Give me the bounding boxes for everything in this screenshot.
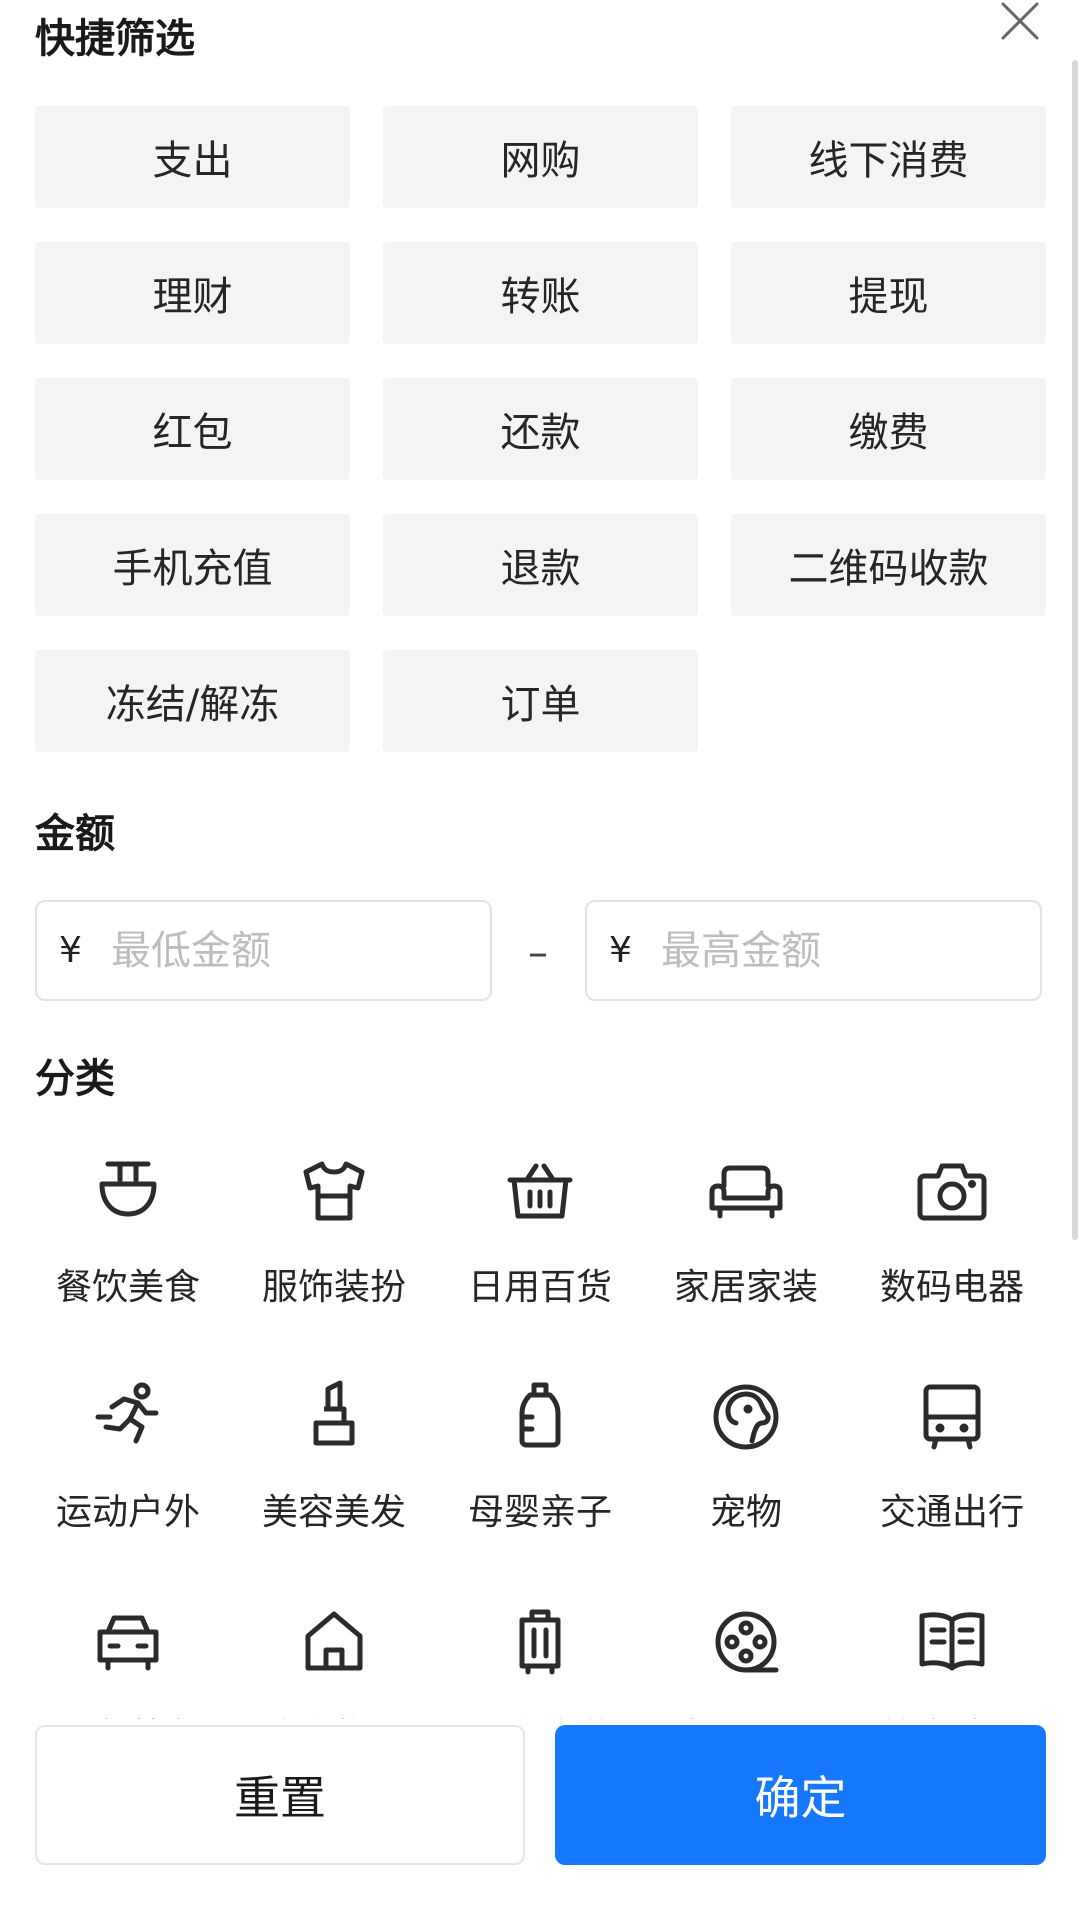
category-item-home[interactable]: 家居家装 <box>643 1152 849 1352</box>
amount-title: 金额 <box>35 811 115 857</box>
filter-chip[interactable]: 还款 <box>383 378 698 480</box>
bottom-action-bar: 重置 确定 <box>0 1719 1080 1931</box>
category-label: 母婴亲子 <box>467 1492 612 1533</box>
category-item-baby[interactable]: 母婴亲子 <box>437 1377 643 1577</box>
lipstick-icon <box>294 1377 374 1457</box>
filter-chip[interactable]: 转账 <box>383 242 698 344</box>
tshirt-icon <box>294 1152 374 1232</box>
category-item-travel[interactable]: 酒店旅游 <box>437 1602 643 1719</box>
filter-chip[interactable]: 提现 <box>731 242 1046 344</box>
film-reel-icon <box>706 1602 786 1682</box>
category-item-pets[interactable]: 宠物 <box>643 1377 849 1577</box>
category-label: 家居家装 <box>673 1267 818 1308</box>
car-icon <box>88 1602 168 1682</box>
category-label: 酒店旅游 <box>437 1708 643 1719</box>
close-button[interactable] <box>993 0 1045 44</box>
category-label: 爱车养车 <box>25 1708 231 1719</box>
category-item-leisure[interactable]: 文化休闲 <box>643 1602 849 1719</box>
quick-filter-title: 快捷筛选 <box>35 16 195 62</box>
category-item-beauty[interactable]: 美容美发 <box>231 1377 437 1577</box>
min-amount-input[interactable] <box>109 926 453 975</box>
currency-symbol: ¥ <box>609 930 632 971</box>
category-label: 服饰装扮 <box>261 1267 406 1308</box>
category-item-housing[interactable]: 住房物业 <box>231 1602 437 1719</box>
scrollbar[interactable] <box>1072 60 1078 1240</box>
category-label: 日用百货 <box>467 1267 612 1308</box>
quick-filter-grid: 支出 网购 线下消费 理财 转账 提现 红包 还款 缴费 手机充值 退款 二维码… <box>35 106 1046 752</box>
category-item-transport[interactable]: 交通出行 <box>849 1377 1055 1577</box>
category-item-dining[interactable]: 餐饮美食 <box>25 1152 231 1352</box>
luggage-icon <box>500 1602 580 1682</box>
dog-icon <box>706 1377 786 1457</box>
category-item-groceries[interactable]: 日用百货 <box>437 1152 643 1352</box>
category-label: 文化休闲 <box>643 1708 849 1719</box>
filter-chip[interactable]: 理财 <box>35 242 350 344</box>
sofa-icon <box>706 1152 786 1232</box>
basket-icon <box>500 1152 580 1232</box>
category-title: 分类 <box>35 1056 115 1102</box>
house-icon <box>294 1602 374 1682</box>
bus-icon <box>912 1377 992 1457</box>
book-icon <box>912 1602 992 1682</box>
range-separator: – <box>528 930 548 976</box>
close-icon <box>993 0 1045 44</box>
category-item-sports[interactable]: 运动户外 <box>25 1377 231 1577</box>
filter-chip[interactable]: 网购 <box>383 106 698 208</box>
category-item-clothing[interactable]: 服饰装扮 <box>231 1152 437 1352</box>
running-icon <box>88 1377 168 1457</box>
filter-chip[interactable]: 缴费 <box>731 378 1046 480</box>
filter-chip[interactable]: 红包 <box>35 378 350 480</box>
category-label: 数码电器 <box>879 1267 1024 1308</box>
confirm-button[interactable]: 确定 <box>555 1725 1046 1865</box>
camera-icon <box>912 1152 992 1232</box>
filter-chip[interactable]: 线下消费 <box>731 106 1046 208</box>
filter-chip[interactable]: 支出 <box>35 106 350 208</box>
filter-chip[interactable]: 二维码收款 <box>731 514 1046 616</box>
bowl-icon <box>88 1152 168 1232</box>
reset-button[interactable]: 重置 <box>35 1725 525 1865</box>
baby-bottle-icon <box>500 1377 580 1457</box>
currency-symbol: ¥ <box>59 930 82 971</box>
category-label: 美容美发 <box>261 1492 406 1533</box>
filter-chip[interactable]: 退款 <box>383 514 698 616</box>
category-item-digital[interactable]: 数码电器 <box>849 1152 1055 1352</box>
category-label: 运动户外 <box>55 1492 200 1533</box>
category-item-education[interactable]: 教育培训 <box>849 1602 1055 1719</box>
max-amount-input[interactable] <box>659 926 1003 975</box>
category-label: 餐饮美食 <box>55 1267 200 1308</box>
category-label: 交通出行 <box>879 1492 1024 1533</box>
category-label: 教育培训 <box>849 1708 1055 1719</box>
max-amount-field[interactable]: ¥ <box>585 900 1042 1001</box>
category-label: 宠物 <box>709 1492 782 1533</box>
category-grid: 餐饮美食 服饰装扮 日用百货 家居家装 数码电器 运动户外 美容美发 母婴亲子 … <box>0 1135 1080 1719</box>
filter-chip[interactable]: 手机充值 <box>35 514 350 616</box>
category-item-car[interactable]: 爱车养车 <box>25 1602 231 1719</box>
filter-chip[interactable]: 冻结/解冻 <box>35 650 350 752</box>
filter-chip[interactable]: 订单 <box>383 650 698 752</box>
category-label: 住房物业 <box>231 1708 437 1719</box>
min-amount-field[interactable]: ¥ <box>35 900 492 1001</box>
